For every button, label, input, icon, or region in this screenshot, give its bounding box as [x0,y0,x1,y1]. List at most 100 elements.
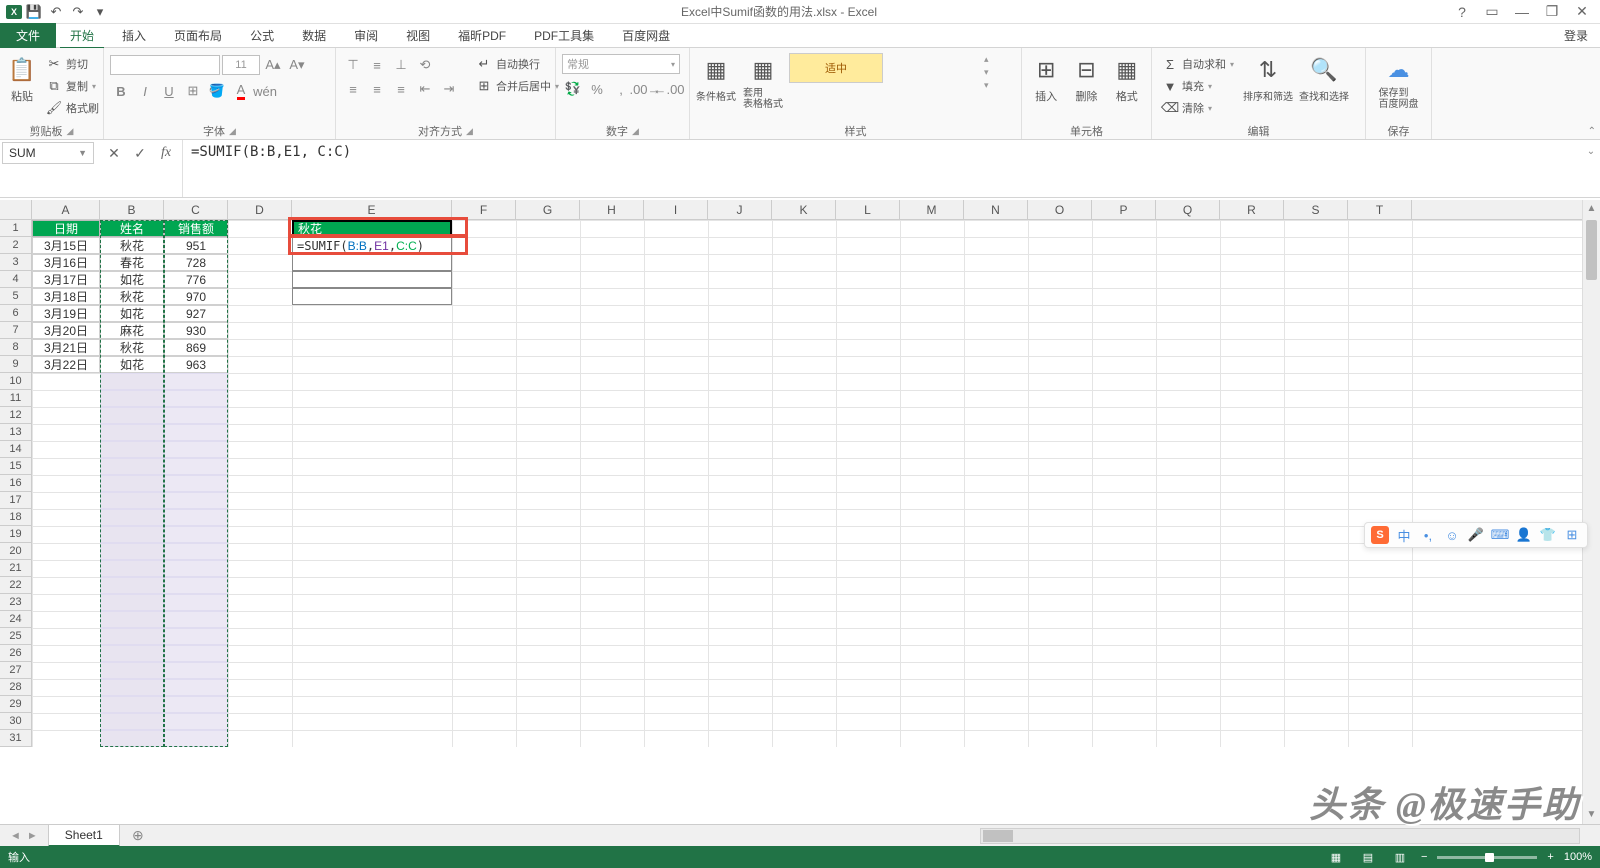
cell[interactable]: 如花 [100,271,164,288]
cell[interactable] [164,611,228,628]
ime-toolbar[interactable]: S 中 •, ☺ 🎤 ⌨ 👤 👕 ⊞ [1364,522,1588,548]
row-header[interactable]: 4 [0,271,32,288]
cell[interactable]: 秋花 [100,339,164,356]
row-header[interactable]: 24 [0,611,32,628]
row-header[interactable]: 23 [0,594,32,611]
phonetic-button[interactable]: wén [254,80,276,102]
cell[interactable] [164,441,228,458]
scroll-thumb[interactable] [1586,220,1597,280]
cell[interactable]: 销售额 [164,220,228,237]
find-select-button[interactable]: 🔍查找和选择 [1298,54,1350,103]
column-header[interactable]: B [100,200,164,219]
launcher-icon[interactable]: ◢ [632,126,639,137]
column-header[interactable]: D [228,200,292,219]
row-header[interactable]: 16 [0,475,32,492]
cell[interactable] [164,475,228,492]
cell[interactable] [100,611,164,628]
cell[interactable] [100,560,164,577]
conditional-format-button[interactable]: ▦条件格式 [696,54,736,103]
launcher-icon[interactable]: ◢ [67,126,74,137]
zoom-slider[interactable] [1437,856,1537,859]
sheet-prev-icon[interactable]: ◄ [10,830,21,842]
ime-keyboard-icon[interactable]: ⌨ [1491,526,1509,544]
dec-decimal-icon[interactable]: ←.00 [658,78,680,100]
column-header[interactable]: O [1028,200,1092,219]
row-header[interactable]: 1 [0,220,32,237]
row-header[interactable]: 5 [0,288,32,305]
cell[interactable]: 3月16日 [32,254,100,271]
row-header[interactable]: 25 [0,628,32,645]
row-header[interactable]: 27 [0,662,32,679]
cell[interactable]: 963 [164,356,228,373]
cell[interactable] [164,594,228,611]
maximize-icon[interactable]: ❐ [1538,2,1566,22]
sort-filter-button[interactable]: ⇅排序和筛选 [1242,54,1294,103]
increase-font-icon[interactable]: A▴ [262,54,284,76]
align-left-icon[interactable]: ≡ [342,78,364,100]
cell[interactable] [164,730,228,747]
row-header[interactable]: 3 [0,254,32,271]
cell-editing[interactable]: =SUMIF(B:B,E1, C:C) [292,237,452,254]
orientation-icon[interactable]: ⟲ [414,54,436,76]
zoom-level[interactable]: 100% [1564,851,1592,863]
column-header[interactable]: F [452,200,516,219]
indent-inc-icon[interactable]: ⇥ [438,78,460,100]
format-cells-button[interactable]: ▦格式 [1109,54,1145,104]
tab-formulas[interactable]: 公式 [236,23,288,48]
undo-icon[interactable]: ↶ [46,2,66,22]
cell[interactable] [164,509,228,526]
font-color-button[interactable]: A [230,80,252,102]
login-link[interactable]: 登录 [1552,23,1600,48]
hscroll-thumb[interactable] [983,830,1013,842]
cell[interactable] [100,713,164,730]
cell[interactable]: 姓名 [100,220,164,237]
border-button[interactable]: ⊞ [182,80,204,102]
cell[interactable] [164,628,228,645]
align-middle-icon[interactable]: ≡ [366,54,388,76]
cell[interactable] [100,526,164,543]
row-header[interactable]: 20 [0,543,32,560]
row-header[interactable]: 10 [0,373,32,390]
zoom-out-button[interactable]: − [1421,851,1427,863]
tab-file[interactable]: 文件 [0,23,56,48]
cell[interactable]: 3月19日 [32,305,100,322]
collapse-ribbon-icon[interactable]: ⌃ [1588,126,1596,137]
expand-formula-icon[interactable]: ⌄ [1582,140,1600,197]
cell[interactable] [164,492,228,509]
fill-color-button[interactable]: 🪣 [206,80,228,102]
enter-button[interactable]: ✓ [128,142,152,164]
cell[interactable] [100,424,164,441]
cell[interactable] [100,628,164,645]
cell[interactable] [164,679,228,696]
delete-cells-button[interactable]: ⊟删除 [1068,54,1104,104]
save-baidu-button[interactable]: ☁保存到 百度网盘 [1372,54,1425,110]
save-icon[interactable]: 💾 [24,2,44,22]
cancel-button[interactable]: ✕ [102,142,126,164]
cell[interactable] [164,526,228,543]
cell[interactable] [100,543,164,560]
cell[interactable] [164,543,228,560]
align-bottom-icon[interactable]: ⊥ [390,54,412,76]
cell[interactable]: 秋花 [100,237,164,254]
column-header[interactable]: G [516,200,580,219]
cell[interactable] [164,560,228,577]
cell[interactable] [100,390,164,407]
column-header[interactable]: N [964,200,1028,219]
insert-function-button[interactable]: fx [154,142,178,164]
underline-button[interactable]: U [158,80,180,102]
italic-button[interactable]: I [134,80,156,102]
cell[interactable] [164,577,228,594]
row-header[interactable]: 29 [0,696,32,713]
cell[interactable] [100,458,164,475]
column-header[interactable]: E [292,200,452,219]
cell[interactable] [100,441,164,458]
indent-dec-icon[interactable]: ⇤ [414,78,436,100]
column-header[interactable]: L [836,200,900,219]
cell[interactable]: 776 [164,271,228,288]
ime-s-icon[interactable]: S [1371,526,1389,544]
view-normal-icon[interactable]: ▦ [1325,849,1347,865]
column-header[interactable]: I [644,200,708,219]
cell[interactable] [164,390,228,407]
currency-icon[interactable]: 💱 [562,78,584,100]
format-painter-button[interactable]: 🖌格式刷 [42,98,103,118]
